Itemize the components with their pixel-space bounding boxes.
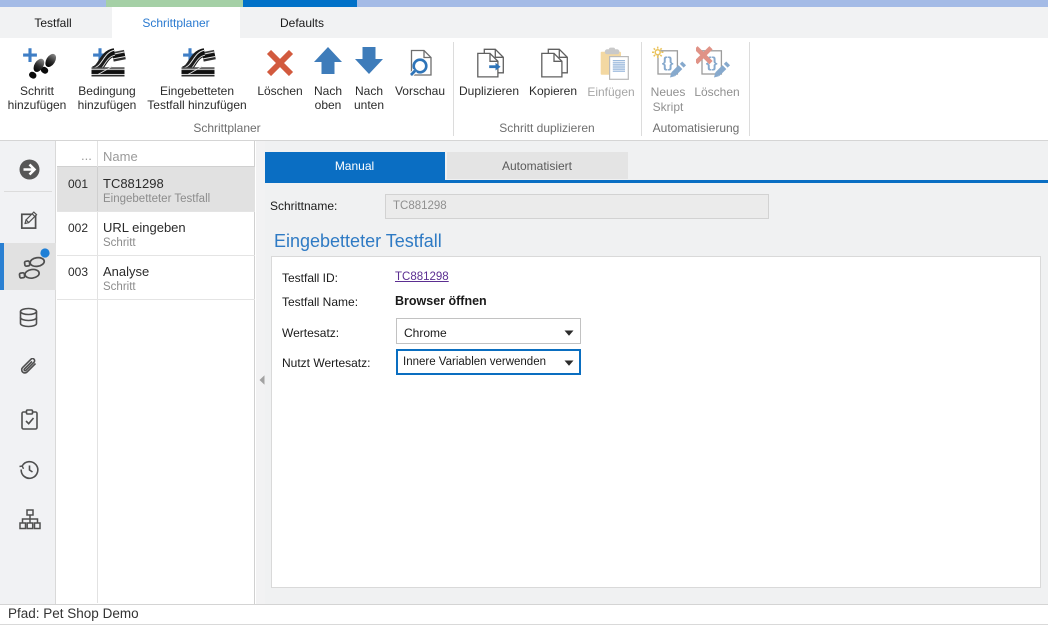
svg-text:{}: {}: [662, 55, 674, 72]
